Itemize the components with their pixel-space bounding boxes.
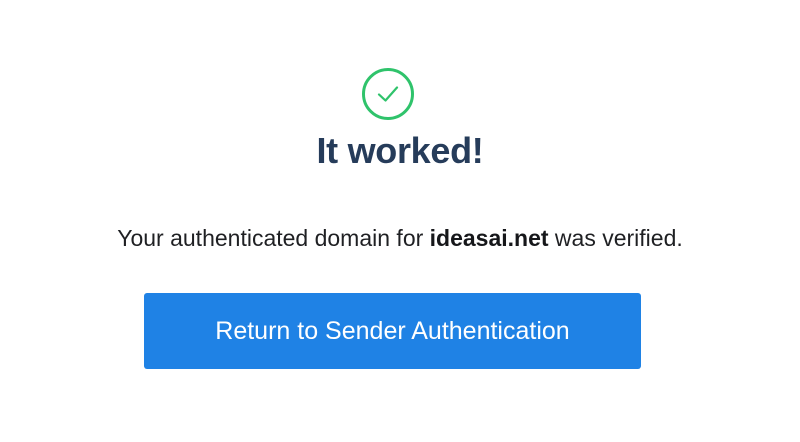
message-suffix: was verified. xyxy=(548,225,683,251)
message-prefix: Your authenticated domain for xyxy=(117,225,430,251)
return-to-sender-authentication-button[interactable]: Return to Sender Authentication xyxy=(144,293,641,369)
check-circle-icon xyxy=(362,68,414,120)
success-title: It worked! xyxy=(316,130,484,171)
verification-message: Your authenticated domain for ideasai.ne… xyxy=(0,225,800,252)
verified-domain: ideasai.net xyxy=(429,225,549,251)
verification-success-page: It worked! Your authenticated domain for… xyxy=(0,0,800,442)
checkmark-icon xyxy=(377,86,399,102)
